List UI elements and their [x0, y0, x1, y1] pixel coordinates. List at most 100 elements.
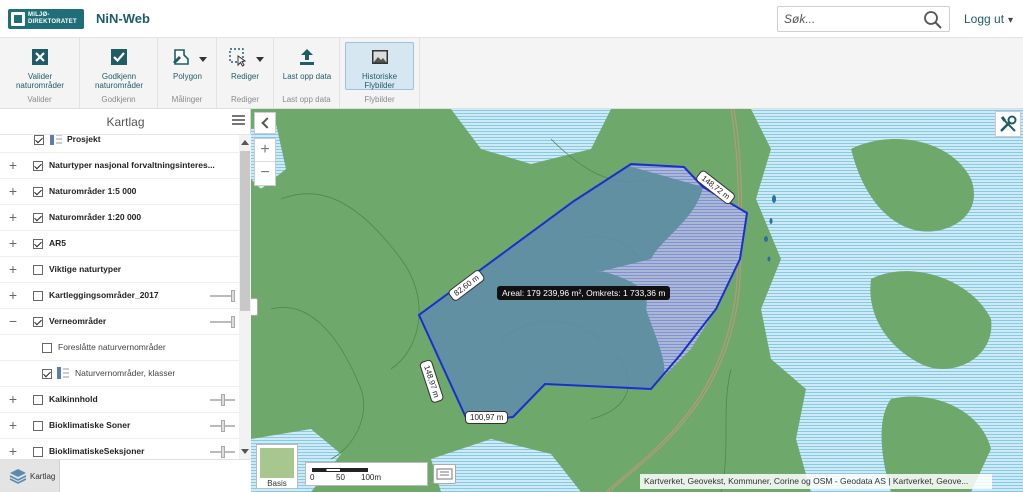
- approve-button[interactable]: Godkjenn naturområder: [85, 42, 153, 90]
- scale-bar: 0 50 100m: [305, 462, 428, 486]
- top-header: MILJØ- DIREKTORATET NiN-Web Logg ut▾: [0, 0, 1023, 38]
- layer-checkbox[interactable]: [33, 187, 43, 197]
- opacity-slider[interactable]: [210, 290, 235, 302]
- expand-toggle[interactable]: +: [7, 210, 19, 224]
- scroll-up-icon[interactable]: [241, 140, 249, 145]
- layer-checkbox[interactable]: [33, 447, 43, 457]
- layer-name: Prosjekt: [67, 135, 101, 144]
- scale-tick: 50: [336, 473, 345, 482]
- slider-knob[interactable]: [231, 316, 235, 328]
- ribbon-group-label: Målinger: [171, 95, 203, 104]
- search-input[interactable]: [784, 11, 919, 27]
- layer-row-child: Naturvernområder, klasser: [0, 361, 239, 387]
- tab-kartlag[interactable]: Kartlag: [0, 460, 60, 492]
- layers-panel-title: Kartlag: [106, 115, 145, 129]
- polygon-measure-button[interactable]: Polygon: [162, 42, 212, 90]
- layer-list: Prosjekt + Naturtyper nasjonal forvaltni…: [0, 135, 239, 459]
- edit-dropdown-chevron-icon[interactable]: [256, 57, 264, 62]
- layer-checkbox[interactable]: [33, 291, 43, 301]
- layer-checkbox[interactable]: [33, 317, 43, 327]
- miljodirektoratet-logo[interactable]: MILJØ- DIREKTORATET: [8, 9, 84, 29]
- zoom-out-button[interactable]: −: [255, 162, 275, 185]
- expand-toggle[interactable]: +: [7, 262, 19, 276]
- scrollbar-thumb[interactable]: [240, 151, 250, 311]
- layer-checkbox[interactable]: [33, 421, 43, 431]
- expand-toggle[interactable]: +: [7, 444, 19, 458]
- layer-row: + Kartleggingsområder_2017: [0, 283, 239, 309]
- opacity-slider[interactable]: [210, 420, 235, 432]
- opacity-slider[interactable]: [210, 446, 235, 458]
- upload-icon: [300, 49, 314, 65]
- expand-toggle[interactable]: +: [7, 288, 19, 302]
- expand-toggle[interactable]: +: [7, 236, 19, 250]
- map-view[interactable]: 148,72 m 82,60 m 148,97 m 100,97 m Areal…: [251, 109, 1023, 492]
- toolbar-ribbon: Valider naturområder Valider Godkjenn natu…: [0, 38, 1023, 109]
- layer-row: + Naturtyper nasjonal forvaltningsintere…: [0, 153, 239, 179]
- layer-row: + BioklimatiskeSeksjoner: [0, 439, 239, 459]
- layer-checkbox[interactable]: [33, 265, 43, 275]
- collapse-panel-button[interactable]: [254, 112, 276, 134]
- upload-data-button[interactable]: Last opp data: [278, 42, 336, 90]
- ribbon-group-label: Godkjenn: [101, 95, 136, 104]
- validate-button[interactable]: Valider naturområder: [6, 42, 74, 90]
- layer-row: + Naturområder 1:20 000: [0, 205, 239, 231]
- layer-checkbox[interactable]: [42, 369, 52, 379]
- map-attribution: Kartverket, Geovekst, Kommuner, Corine o…: [640, 474, 992, 489]
- logout-menu[interactable]: Logg ut ▾: [964, 12, 1013, 26]
- zoom-in-button[interactable]: +: [255, 139, 275, 162]
- edit-button[interactable]: Rediger: [221, 42, 269, 90]
- layer-checkbox[interactable]: [33, 161, 43, 171]
- basemap-switcher[interactable]: Basis: [256, 444, 298, 489]
- layer-name: Kartleggingsområder_2017: [49, 290, 159, 300]
- layer-name: AR5: [49, 238, 67, 248]
- expand-toggle[interactable]: +: [7, 158, 19, 172]
- expand-toggle[interactable]: +: [7, 418, 19, 432]
- historical-aerial-photos-button[interactable]: Historiske Flybilder: [345, 42, 414, 90]
- scale-tick: 100m: [361, 473, 382, 482]
- layer-checkbox[interactable]: [33, 395, 43, 405]
- expand-toggle[interactable]: +: [7, 184, 19, 198]
- print-button[interactable]: [433, 464, 456, 484]
- slider-knob[interactable]: [231, 290, 235, 302]
- search-icon[interactable]: [923, 10, 943, 30]
- layer-legend-icon: [50, 135, 62, 145]
- expand-toggle[interactable]: +: [7, 392, 19, 406]
- layer-checkbox[interactable]: [33, 213, 43, 223]
- tab-kartlag-label: Kartlag: [30, 472, 56, 481]
- aerial-photos-button-label: Historiske Flybilder: [361, 72, 398, 90]
- slider-knob[interactable]: [221, 446, 225, 458]
- logo-text-line-1: MILJØ-: [28, 12, 50, 18]
- panel-resize-handle[interactable]: [251, 298, 258, 316]
- layer-checkbox[interactable]: [34, 135, 44, 145]
- layer-checkbox[interactable]: [33, 239, 43, 249]
- ribbon-group-godkjenn: Godkjenn naturområder Godkjenn: [80, 38, 158, 109]
- edit-button-label: Rediger: [231, 72, 260, 81]
- hamburger-menu-icon[interactable]: [232, 115, 245, 127]
- slider-knob[interactable]: [221, 420, 225, 432]
- collapse-toggle[interactable]: −: [7, 314, 19, 328]
- ribbon-group-upload: Last opp data Last opp data: [274, 38, 340, 109]
- slider-knob[interactable]: [221, 394, 225, 406]
- scroll-down-icon[interactable]: [241, 449, 249, 454]
- basemap-thumbnail: [260, 448, 294, 478]
- search-box[interactable]: [777, 6, 950, 32]
- layer-row-child: Foreslåtte naturvernområder: [0, 335, 239, 361]
- approve-button-label: Godkjenn naturområder: [94, 72, 144, 90]
- layer-name: Foreslåtte naturvernområder: [58, 342, 166, 352]
- app-root: MILJØ- DIREKTORATET NiN-Web Logg ut▾: [0, 0, 1023, 492]
- approve-check-icon: [111, 49, 127, 65]
- validate-button-label: Valider naturområder: [15, 72, 65, 90]
- map-tools-button[interactable]: [995, 111, 1021, 137]
- polygon-dropdown-chevron-icon[interactable]: [199, 57, 207, 62]
- opacity-slider[interactable]: [210, 394, 235, 406]
- map-canvas[interactable]: [251, 109, 1023, 492]
- layer-checkbox[interactable]: [42, 343, 52, 353]
- layer-name: Verneområder: [49, 316, 107, 326]
- layer-row: − Verneområder: [0, 309, 239, 335]
- scale-bar-graphic: [312, 468, 368, 472]
- ribbon-group-label: Flybilder: [364, 95, 395, 104]
- opacity-slider[interactable]: [210, 316, 235, 328]
- layer-list-scrollbar[interactable]: [239, 135, 251, 459]
- layer-row: + Viktige naturtyper: [0, 257, 239, 283]
- basemap-label: Basis: [267, 479, 287, 488]
